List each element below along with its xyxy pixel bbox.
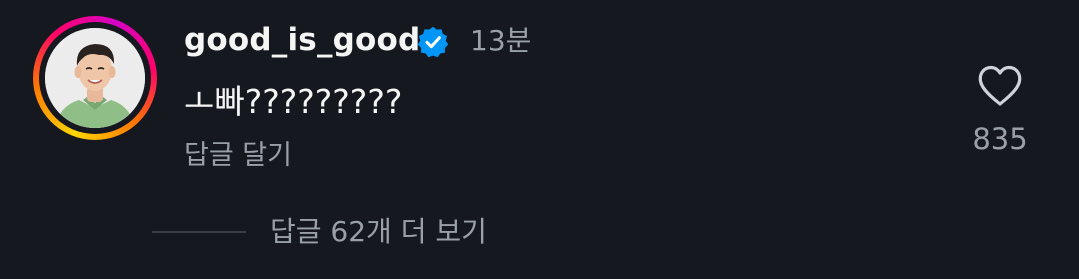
comment-timestamp: 13분 <box>470 24 532 57</box>
verified-badge-icon <box>417 26 449 58</box>
view-replies-button[interactable]: 답글 62개 더 보기 <box>270 212 487 252</box>
heart-outline-icon[interactable] <box>976 64 1024 108</box>
avatar-gap <box>39 22 151 134</box>
reply-button[interactable]: 답글 달기 <box>184 137 292 175</box>
comment-item: good_is_good 13분 ㅗ빠????????? 답글 달기 835 답… <box>0 0 1079 279</box>
avatar[interactable] <box>45 28 145 128</box>
avatar-photo <box>45 28 145 128</box>
replies-divider <box>152 231 246 233</box>
username[interactable]: good_is_good <box>184 20 420 60</box>
story-ring[interactable] <box>33 16 157 140</box>
comment-text: ㅗ빠????????? <box>184 82 403 121</box>
like-count: 835 <box>972 122 1028 156</box>
